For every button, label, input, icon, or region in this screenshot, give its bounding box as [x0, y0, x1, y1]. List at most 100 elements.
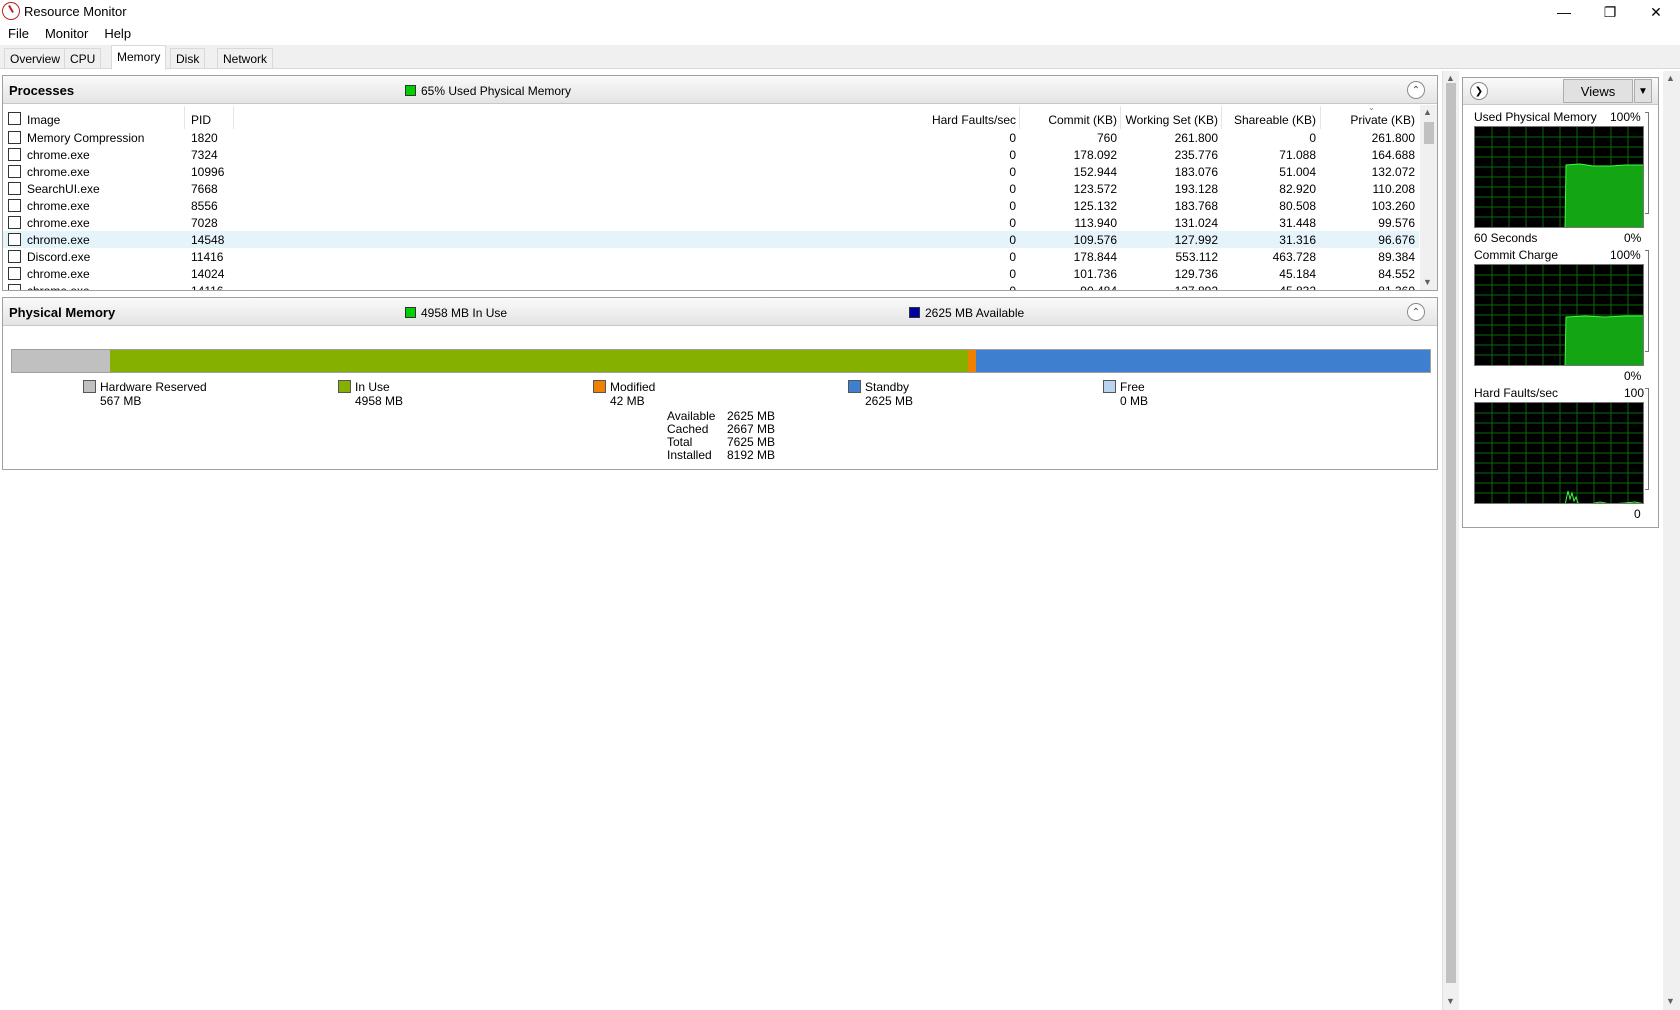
graph-min-label: 0%: [1624, 369, 1642, 383]
cell-commit: 123.572: [1073, 182, 1117, 196]
cell-commit: 90.484: [1023, 284, 1117, 290]
scroll-down-icon[interactable]: ▼: [1666, 996, 1675, 1006]
cell-private: 84.552: [1378, 267, 1415, 281]
commit-charge-graph-svg: [1475, 265, 1643, 365]
physical-memory-bar: [11, 349, 1431, 373]
views-button[interactable]: Views: [1563, 79, 1633, 103]
scrollbar-thumb[interactable]: [1424, 122, 1434, 144]
cell-shareable: 31.316: [1279, 233, 1316, 247]
sidebar-scrollbar[interactable]: ▲ ▼: [1663, 71, 1680, 1010]
in-use-swatch: [338, 380, 351, 393]
column-separator[interactable]: [1120, 106, 1121, 129]
cell-image: SearchUI.exe: [27, 182, 100, 196]
row-checkbox[interactable]: [8, 131, 21, 144]
views-dropdown-icon[interactable]: ▼: [1634, 79, 1652, 103]
table-row[interactable]: chrome.exe 8556 0 125.132 183.768 80.508 103.2…: [3, 197, 1419, 214]
legend-value: 567 MB: [100, 394, 142, 408]
row-checkbox[interactable]: [8, 199, 21, 212]
tab-memory[interactable]: Memory: [111, 45, 167, 70]
column-hard-faults[interactable]: Hard Faults/sec: [883, 113, 1016, 127]
cell-image: chrome.exe: [27, 165, 90, 179]
expand-sidebar-icon[interactable]: ❯: [1470, 82, 1488, 100]
scroll-up-icon[interactable]: ▲: [1666, 73, 1675, 83]
column-separator[interactable]: [1320, 106, 1321, 129]
table-row[interactable]: chrome.exe 7324 0 178.092 235.776 71.088 164.6…: [3, 146, 1419, 163]
processes-header[interactable]: Processes 65% Used Physical Memory ⌃: [3, 76, 1437, 104]
graph-time-label: 60 Seconds: [1474, 231, 1538, 245]
tab-cpu[interactable]: CPU: [64, 48, 102, 69]
cell-shareable: 45.184: [1279, 267, 1316, 281]
column-private[interactable]: Private (KB): [1324, 113, 1415, 127]
cell-hard-faults: 0: [1009, 233, 1016, 247]
row-checkbox[interactable]: [8, 250, 21, 263]
column-shareable[interactable]: Shareable (KB): [1225, 113, 1316, 127]
row-checkbox[interactable]: [8, 165, 21, 178]
table-row[interactable]: SearchUI.exe 7668 0 123.572 193.128 82.920 110…: [3, 180, 1419, 197]
cell-pid: 10996: [191, 165, 225, 179]
graph-used-physical-memory-label: Used Physical Memory: [1474, 110, 1597, 124]
legend-label: In Use: [355, 380, 390, 394]
graph-scale-bracket: [1645, 112, 1649, 214]
in-use-stat-text: 4958 MB In Use: [421, 306, 508, 320]
row-checkbox[interactable]: [8, 233, 21, 246]
cell-hard-faults: 0: [1009, 250, 1016, 264]
main-scrollbar[interactable]: ▲ ▼: [1442, 71, 1459, 1010]
select-all-checkbox[interactable]: [8, 112, 21, 125]
column-separator[interactable]: [1221, 106, 1222, 129]
tab-disk[interactable]: Disk: [170, 48, 206, 69]
used-physical-memory-text: 65% Used Physical Memory: [421, 84, 572, 98]
row-checkbox[interactable]: [8, 216, 21, 229]
legend-label: Hardware Reserved: [100, 380, 207, 394]
available-legend-swatch: [909, 307, 920, 318]
cell-private: 89.384: [1378, 250, 1415, 264]
graph-max-label: 100%: [1610, 110, 1641, 124]
menu-monitor[interactable]: Monitor: [37, 24, 96, 43]
scroll-down-icon[interactable]: ▼: [1446, 996, 1455, 1006]
process-table-header: Image PID Hard Faults/sec Commit (KB) Wo…: [3, 105, 1419, 130]
table-row[interactable]: chrome.exe 7028 0 113.940 131.024 31.448 99.57…: [3, 214, 1419, 231]
memory-bar-segment-hardware-reserved: [12, 350, 111, 372]
minimize-button[interactable]: —: [1541, 0, 1587, 24]
graph-max-label: 100: [1624, 386, 1645, 400]
table-row[interactable]: Discord.exe 11416 0 178.844 553.112 463.728 89…: [3, 248, 1419, 265]
cell-hard-faults: 0: [1009, 131, 1016, 145]
table-row[interactable]: Memory Compression 1820 0 760 261.800 0 261.80…: [3, 129, 1419, 146]
used-physical-memory-graph-svg: [1475, 127, 1643, 227]
row-checkbox[interactable]: [8, 267, 21, 280]
collapse-physical-memory-button[interactable]: ⌃: [1407, 303, 1425, 321]
cell-shareable: 45.832: [1225, 284, 1316, 290]
column-separator[interactable]: [233, 106, 234, 129]
column-pid[interactable]: PID: [191, 113, 211, 127]
tab-network[interactable]: Network: [217, 48, 274, 69]
process-table-scrollbar[interactable]: ▲ ▼: [1420, 105, 1437, 290]
scroll-up-icon[interactable]: ▲: [1446, 73, 1455, 83]
close-button[interactable]: ✕: [1633, 0, 1679, 24]
row-checkbox[interactable]: [8, 148, 21, 161]
scrollbar-thumb[interactable]: [1446, 83, 1456, 983]
table-row[interactable]: chrome.exe 10996 0 152.944 183.076 51.004 132.…: [3, 163, 1419, 180]
restore-button[interactable]: ❐: [1587, 0, 1633, 24]
scroll-up-icon[interactable]: ▲: [1423, 107, 1432, 117]
column-commit[interactable]: Commit (KB): [1023, 113, 1117, 127]
scroll-down-icon[interactable]: ▼: [1423, 277, 1432, 287]
tab-overview[interactable]: Overview: [4, 48, 67, 69]
column-working-set[interactable]: Working Set (KB): [1124, 113, 1218, 127]
cell-pid: 8556: [191, 199, 218, 213]
column-image[interactable]: Image: [27, 113, 60, 127]
column-separator[interactable]: [184, 106, 185, 129]
collapse-processes-button[interactable]: ⌃: [1407, 81, 1425, 99]
table-row[interactable]: chrome.exe 14024 0 101.736 129.736 45.184 84.5…: [3, 265, 1419, 282]
table-row[interactable]: chrome.exe 14548 0 109.576 127.992 31.316 96.6…: [3, 231, 1419, 248]
menu-help[interactable]: Help: [96, 24, 139, 43]
column-separator[interactable]: [1019, 106, 1020, 129]
cell-hard-faults: 0: [1009, 165, 1016, 179]
cell-hard-faults: 0: [883, 284, 1016, 290]
row-checkbox[interactable]: [8, 284, 21, 290]
table-row[interactable]: chrome.exe 14116 0 90.484 127.892 45.832 81.36…: [3, 282, 1419, 290]
row-checkbox[interactable]: [8, 182, 21, 195]
tab-strip: Overview CPU Memory Disk Network: [0, 45, 1680, 70]
cell-pid: 14116: [191, 284, 231, 290]
menu-file[interactable]: File: [0, 24, 37, 43]
cell-shareable: 51.004: [1279, 165, 1316, 179]
physical-memory-header[interactable]: Physical Memory 4958 MB In Use 2625 MB A…: [3, 298, 1437, 326]
